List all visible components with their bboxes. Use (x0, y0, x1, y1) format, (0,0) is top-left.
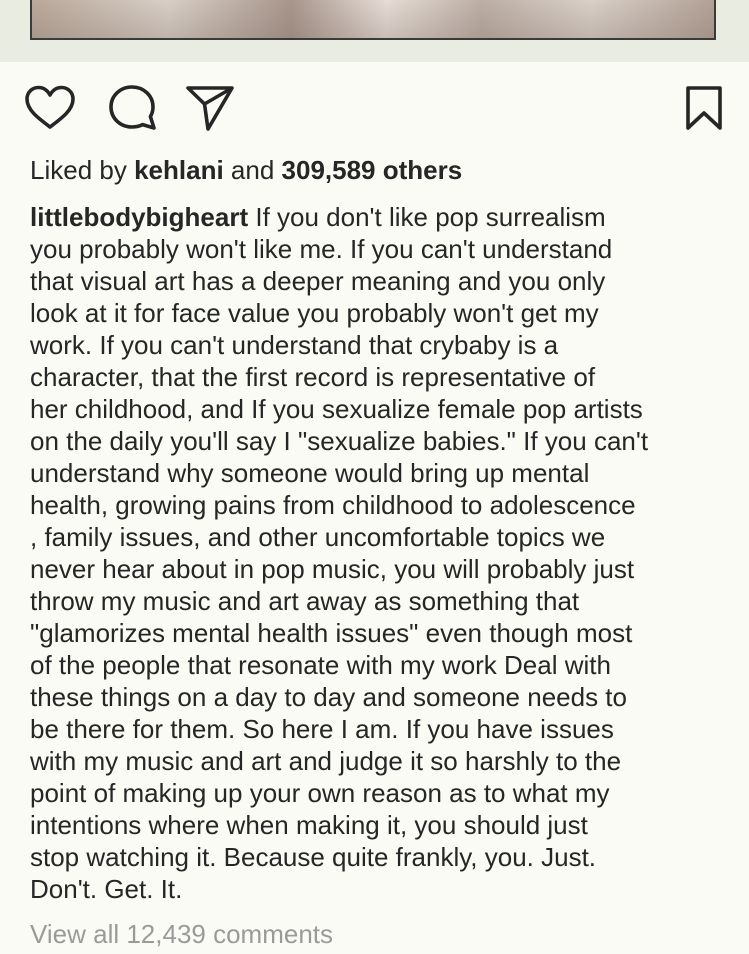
caption-line: character, that the first record is repr… (30, 362, 596, 392)
post-action-bar (0, 82, 749, 134)
caption-first-line-text: If you don't like pop surrealism (248, 202, 606, 232)
caption-line: with my music and art and judge it so ha… (30, 746, 622, 776)
post-photo[interactable] (30, 0, 716, 40)
caption-line: point of making up your own reason as to… (30, 778, 610, 808)
caption-line: her childhood, and If you sexualize fema… (30, 394, 643, 424)
caption-line: Don't. Get. It. (30, 874, 183, 904)
post-caption: littlebodybigheart If you don't like pop… (30, 201, 730, 905)
save-button[interactable] (678, 82, 730, 134)
paper-plane-icon (186, 86, 234, 131)
comment-button[interactable] (106, 82, 158, 134)
caption-line: you probably won't like me. If you can't… (30, 234, 613, 264)
likes-prefix: Liked by (30, 155, 127, 185)
caption-line: intentions where when making it, you sho… (30, 810, 588, 840)
caption-first-line: littlebodybigheart If you don't like pop… (30, 201, 730, 233)
caption-line: health, growing pains from childhood to … (30, 490, 636, 520)
caption-line: stop watching it. Because quite frankly,… (30, 842, 597, 872)
view-all-comments-link[interactable]: View all 12,439 comments (30, 918, 333, 950)
likes-count-link[interactable]: 309,589 others (282, 155, 463, 185)
caption-username-link[interactable]: littlebodybigheart (30, 202, 248, 232)
heart-icon (25, 85, 75, 129)
caption-line: never hear about in pop music, you will … (30, 554, 635, 584)
caption-line: on the daily you'll say I "sexualize bab… (30, 426, 649, 456)
likes-middle: and (230, 155, 275, 185)
likes-summary: Liked by kehlani and 309,589 others (30, 154, 462, 186)
caption-line: that visual art has a deeper meaning and… (30, 266, 606, 296)
caption-line: throw my music and art away as something… (30, 586, 580, 616)
caption-line: be there for them. So here I am. If you … (30, 714, 614, 744)
caption-line: work. If you can't understand that cryba… (30, 330, 559, 360)
bookmark-icon (686, 86, 722, 130)
liked-by-user-link[interactable]: kehlani (134, 155, 224, 185)
like-button[interactable] (24, 82, 76, 134)
comment-icon (109, 85, 156, 130)
caption-line: of the people that resonate with my work… (30, 650, 611, 680)
caption-line: , family issues, and other uncomfortable… (30, 522, 606, 552)
post-image-strip (0, 0, 749, 62)
share-button[interactable] (184, 82, 236, 134)
caption-line: these things on a day to day and someone… (30, 682, 627, 712)
caption-line: look at it for face value you probably w… (30, 298, 599, 328)
caption-line: understand why someone would bring up me… (30, 458, 590, 488)
caption-line: "glamorizes mental health issues" even t… (30, 618, 633, 648)
